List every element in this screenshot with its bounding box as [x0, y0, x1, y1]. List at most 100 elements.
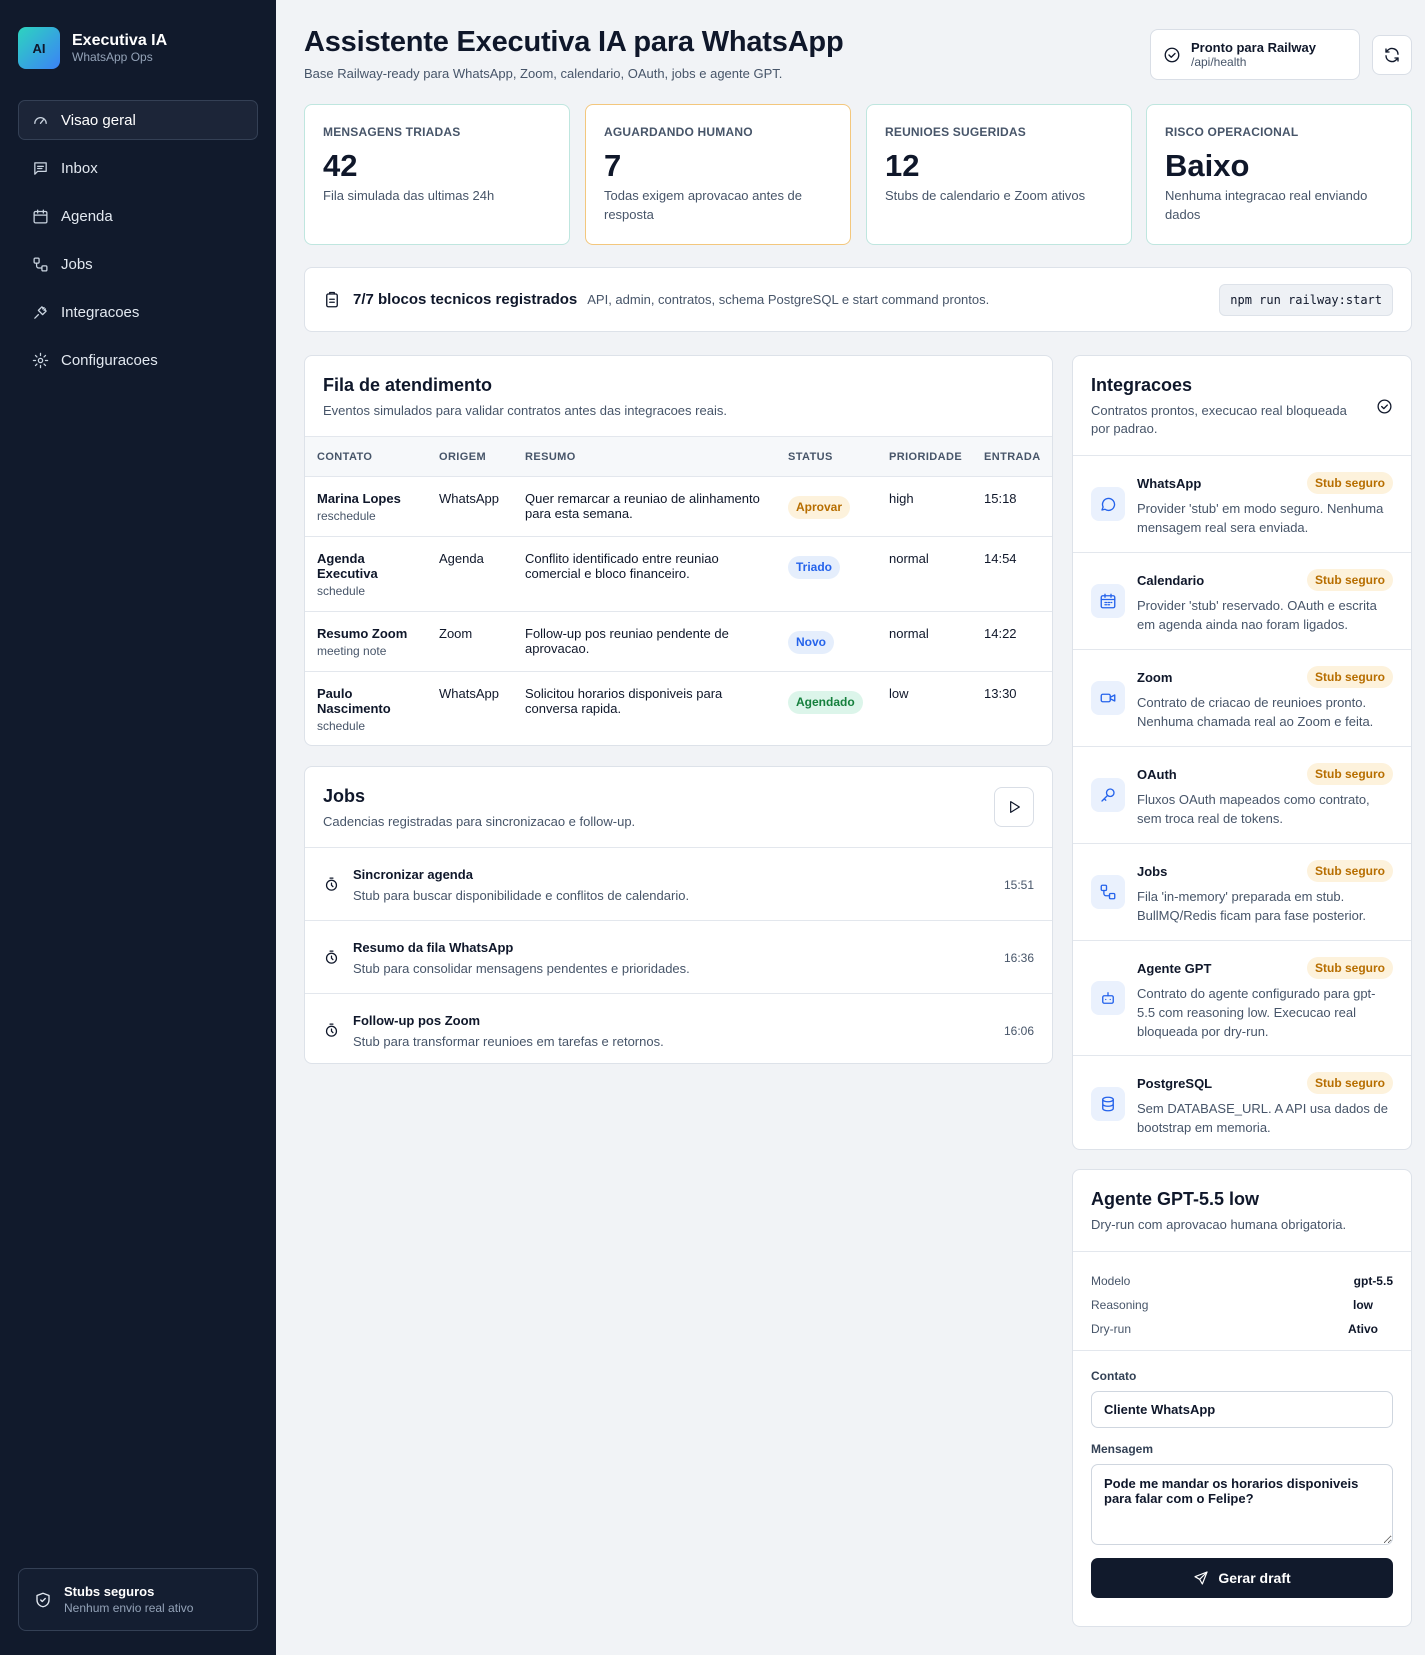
status-badge: Stub seguro — [1306, 569, 1393, 591]
agent-panel: Agente GPT-5.5 low Dry-run com aprovacao… — [1072, 1169, 1412, 1627]
time-cell: 15:18 — [972, 476, 1052, 537]
stat-value: 12 — [885, 148, 920, 183]
integration-desc: Contrato do agente configurado para gpt-… — [1137, 986, 1376, 1039]
status-badge: Stub seguro — [1306, 763, 1393, 785]
stat-card-risco: RISCO OPERACIONAL Baixo Nenhuma integrac… — [1146, 104, 1412, 245]
message-circle-icon — [1101, 497, 1116, 512]
integration-desc: Contrato de criacao de reunioes pronto. … — [1137, 695, 1374, 729]
status-badge: Stub seguro — [1306, 957, 1393, 979]
health-status[interactable]: Pronto para Railway /api/health — [1150, 29, 1360, 80]
col-header-contato: CONTATO — [305, 436, 427, 477]
generate-draft-label: Gerar draft — [1218, 1570, 1291, 1586]
status-badge: Stub seguro — [1306, 472, 1393, 494]
sidebar-item-jobs[interactable]: Jobs — [18, 244, 258, 284]
sidebar-item-label: Integracoes — [61, 303, 140, 321]
table-row[interactable]: Marina Lopes reschedule WhatsApp Quer rem… — [305, 476, 1052, 537]
status-badge: Aprovar — [788, 496, 851, 519]
integration-whatsapp[interactable]: WhatsApp Stub seguro Provider 'stub' em … — [1073, 455, 1411, 552]
agent-title: Agente GPT-5.5 low — [1091, 1189, 1260, 1209]
draft-form: Contato Mensagem Pode me mandar os horar… — [1073, 1350, 1411, 1598]
agent-properties: Modelo gpt-5.5 Reasoning low Dry-run Ativo — [1073, 1251, 1411, 1350]
stat-value: Baixo — [1165, 148, 1250, 183]
summary-cell: Quer remarcar a reuniao de alinhamento p… — [513, 476, 776, 537]
property-row: Modelo gpt-5.5 — [1091, 1269, 1393, 1293]
job-title: Sincronizar agenda — [353, 867, 473, 882]
integration-desc: Sem DATABASE_URL. A API usa dados de boo… — [1137, 1101, 1388, 1135]
summary-cell: Solicitou horarios disponiveis para conv… — [525, 686, 723, 716]
integration-desc: Provider 'stub' reservado. OAuth e escri… — [1137, 598, 1377, 632]
integration-calendario[interactable]: Calendario Stub seguro Provider 'stub' r… — [1073, 552, 1411, 649]
safe-stubs-title: Stubs seguros — [64, 1583, 155, 1599]
integrations-panel: Integracoes Contratos prontos, execucao … — [1072, 355, 1412, 1150]
col-header-prioridade: PRIORIDADE — [877, 436, 972, 477]
queue-panel: Fila de atendimento Eventos simulados pa… — [304, 355, 1053, 746]
message-label: Mensagem — [1091, 1442, 1154, 1456]
table-row[interactable]: Paulo Nascimento schedule WhatsApp Solici… — [305, 672, 1052, 746]
job-time: 16:06 — [1003, 1024, 1034, 1038]
origin-cell: WhatsApp — [427, 476, 513, 537]
stat-desc: Fila simulada das ultimas 24h — [323, 188, 495, 203]
brand[interactable]: AI Executiva IA WhatsApp Ops — [18, 27, 167, 69]
banner-title: 7/7 blocos tecnicos registrados — [353, 291, 578, 308]
origin-cell: Agenda — [427, 536, 513, 612]
sidebar-item-configuracoes[interactable]: Configuracoes — [18, 340, 258, 380]
refresh-button[interactable] — [1372, 35, 1412, 75]
start-command[interactable]: npm run railway:start — [1219, 284, 1393, 316]
sidebar-item-label: Inbox — [61, 159, 98, 177]
integration-zoom[interactable]: Zoom Stub seguro Contrato de criacao de … — [1073, 649, 1411, 746]
banner-desc: API, admin, contratos, schema PostgreSQL… — [587, 292, 990, 307]
integration-desc: Fluxos OAuth mapeados como contrato, sem… — [1137, 792, 1370, 826]
property-value: low — [1353, 1298, 1373, 1312]
status-badge: Stub seguro — [1306, 666, 1393, 688]
run-jobs-button[interactable] — [994, 787, 1034, 827]
clipboard-check-icon — [326, 291, 338, 307]
integration-agente-gpt[interactable]: Agente GPT Stub seguro Contrato do agent… — [1073, 940, 1411, 1055]
integration-postgresql[interactable]: PostgreSQL Stub seguro Sem DATABASE_URL.… — [1073, 1055, 1411, 1149]
job-desc: Stub para consolidar mensagens pendentes… — [353, 961, 690, 976]
status-badge: Stub seguro — [1306, 860, 1393, 882]
col-header-entrada: ENTRADA — [972, 436, 1052, 477]
property-value: Ativo — [1348, 1322, 1378, 1336]
sidebar-item-agenda[interactable]: Agenda — [18, 196, 258, 236]
generate-draft-button[interactable]: Gerar draft — [1091, 1558, 1393, 1598]
job-time: 16:36 — [1003, 951, 1034, 965]
sidebar-item-label: Jobs — [61, 255, 93, 273]
priority-cell: normal — [877, 536, 972, 612]
check-circle-icon — [1377, 399, 1392, 414]
integration-oauth[interactable]: OAuth Stub seguro Fluxos OAuth mapeados … — [1073, 746, 1411, 843]
video-icon — [1100, 693, 1116, 703]
health-title: Pronto para Railway — [1191, 40, 1316, 55]
table-row[interactable]: Resumo Zoom meeting note Zoom Follow-up p… — [305, 611, 1052, 672]
jobs-title: Jobs — [323, 786, 366, 806]
calendar-icon — [33, 208, 48, 224]
workflow-icon — [1100, 884, 1116, 900]
sidebar-item-integracoes[interactable]: Integracoes — [18, 292, 258, 332]
queue-title: Fila de atendimento — [323, 375, 493, 395]
gauge-icon — [34, 116, 47, 124]
summary-cell: Follow-up pos reuniao pendente de aprova… — [513, 611, 776, 672]
sidebar-item-visao-geral[interactable]: Visao geral — [18, 100, 258, 140]
send-icon — [1194, 1571, 1208, 1585]
origin-cell: WhatsApp — [439, 686, 499, 701]
integrations-subtitle: Contratos prontos, execucao real bloquea… — [1091, 403, 1347, 436]
contact-input[interactable] — [1091, 1391, 1393, 1428]
job-item[interactable]: Follow-up pos Zoom Stub para transformar… — [305, 993, 1052, 1063]
brand-subtitle: WhatsApp Ops — [72, 49, 153, 64]
technical-blocks-banner: 7/7 blocos tecnicos registrados API, adm… — [304, 267, 1412, 332]
stat-label: RISCO OPERACIONAL — [1165, 125, 1299, 139]
contact-type: schedule — [317, 719, 366, 733]
timer-reset-icon — [325, 877, 338, 891]
jobs-panel: Jobs Cadencias registradas para sincroni… — [304, 766, 1053, 1064]
table-row[interactable]: Agenda Executiva schedule Agenda Conflito… — [305, 536, 1052, 612]
priority-cell: normal — [877, 611, 972, 672]
time-cell: 13:30 — [984, 686, 1017, 701]
message-textarea[interactable]: Pode me mandar os horarios disponiveis p… — [1091, 1464, 1393, 1545]
job-item[interactable]: Resumo da fila WhatsApp Stub para consol… — [305, 920, 1052, 993]
workflow-icon — [33, 256, 48, 272]
sidebar-item-inbox[interactable]: Inbox — [18, 148, 258, 188]
status-badge: Stub seguro — [1306, 1072, 1393, 1094]
job-item[interactable]: Sincronizar agenda Stub para buscar disp… — [305, 847, 1052, 920]
stat-card-mensagens: MENSAGENS TRIADAS 42 Fila simulada das u… — [304, 104, 570, 245]
integration-jobs[interactable]: Jobs Stub seguro Fila 'in-memory' prepar… — [1073, 843, 1411, 940]
time-cell: 14:22 — [972, 611, 1052, 672]
